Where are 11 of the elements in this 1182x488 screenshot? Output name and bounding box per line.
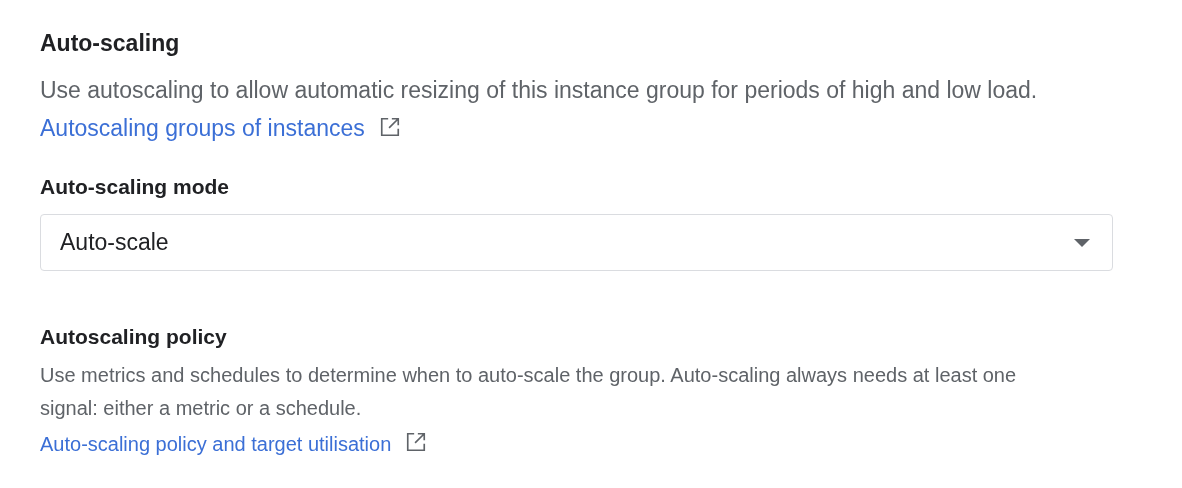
help-link[interactable]: Autoscaling groups of instances — [40, 114, 365, 141]
section-title: Auto-scaling — [40, 29, 181, 58]
external-link-icon — [378, 115, 401, 138]
field-label: Auto-scaling mode — [40, 173, 230, 200]
help-link[interactable]: Auto-scaling policy and target utilisation — [40, 432, 392, 455]
mode-dropdown[interactable]: Auto-scale — [40, 214, 1113, 271]
caret-icon — [1074, 238, 1090, 247]
description-text: Use autoscaling to allow automatic resizing of this instance group for periods of high and low load. Autoscaling groups of instances — [40, 75, 1039, 143]
section-title: Autoscaling policy — [40, 324, 228, 350]
description-text: Use metrics and schedules to determine when to auto-scale the group. Auto-scaling always needs at least one signal: either a metric or a schedule. — [40, 362, 1018, 421]
external-link-icon — [405, 430, 428, 453]
